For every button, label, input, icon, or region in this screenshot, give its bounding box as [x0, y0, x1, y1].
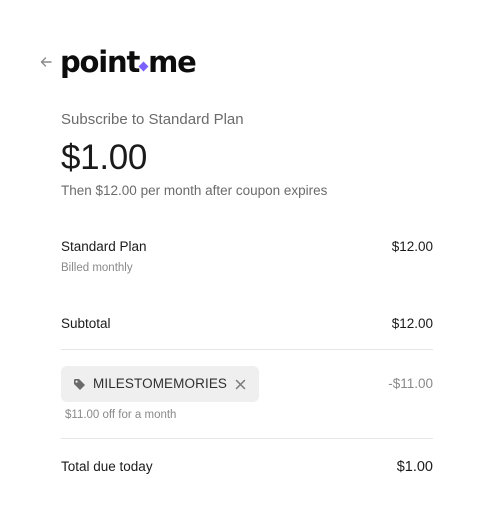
coupon-chip[interactable]: MILESTOMEMORIES	[61, 366, 260, 402]
divider	[61, 349, 433, 350]
header: point me	[38, 44, 197, 80]
line-items: Standard Plan Billed monthly $12.00 Subt…	[61, 238, 433, 476]
coupon-info: MILESTOMEMORIES $11.00 off for a month	[61, 366, 260, 422]
tag-icon	[73, 378, 86, 391]
plan-name: Standard Plan	[61, 239, 147, 254]
total-row: Total due today $1.00	[61, 458, 433, 476]
subtotal-row: Subtotal $12.00	[61, 315, 433, 333]
plan-amount: $12.00	[391, 239, 433, 254]
price-note: Then $12.00 per month after coupon expir…	[61, 183, 328, 198]
coupon-code: MILESTOMEMORIES	[93, 376, 228, 391]
logo-text-me: me	[148, 45, 197, 79]
coupon-row: MILESTOMEMORIES $11.00 off for a month -…	[61, 366, 433, 422]
back-arrow-icon[interactable]	[38, 54, 54, 70]
divider	[61, 438, 433, 439]
remove-coupon-icon[interactable]	[235, 378, 247, 390]
logo-text-point: point	[60, 45, 140, 79]
discount-amount: -$11.00	[388, 376, 433, 391]
pointme-logo[interactable]: point me	[60, 44, 197, 80]
subtotal-label: Subtotal	[61, 316, 111, 331]
total-amount: $1.00	[396, 459, 433, 475]
subtotal-amount: $12.00	[391, 316, 433, 331]
subscribe-title: Subscribe to Standard Plan	[61, 111, 244, 128]
plan-info: Standard Plan Billed monthly	[61, 238, 147, 275]
plan-billing: Billed monthly	[61, 262, 133, 274]
plan-row: Standard Plan Billed monthly $12.00	[61, 238, 433, 275]
price-amount: $1.00	[61, 138, 148, 177]
coupon-note: $11.00 off for a month	[65, 409, 177, 421]
order-summary: Subscribe to Standard Plan $1.00 Then $1…	[61, 110, 433, 200]
total-label: Total due today	[61, 459, 153, 474]
